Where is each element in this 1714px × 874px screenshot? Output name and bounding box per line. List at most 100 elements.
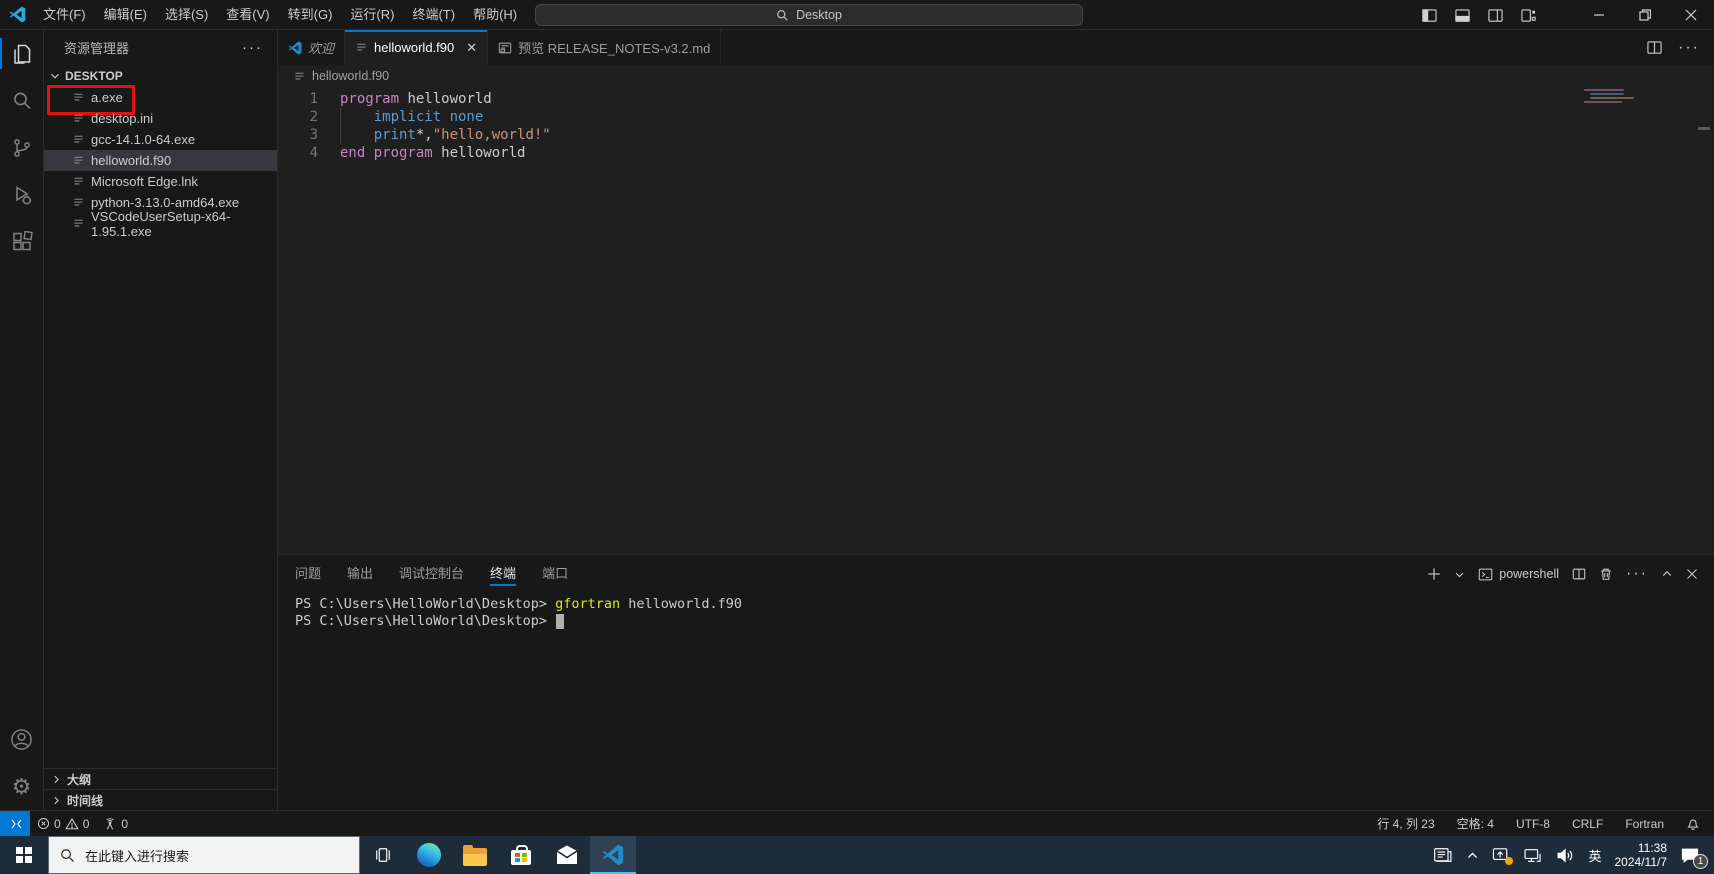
menu-item-0[interactable]: 文件(F) xyxy=(34,0,95,30)
close-tab-icon[interactable]: ✕ xyxy=(466,40,477,56)
bottom-panel: 问题 输出 调试控制台 终端 端口 powershell ··· PS C:\Users… xyxy=(278,554,1714,810)
menu-item-7[interactable]: 帮助(H) xyxy=(464,0,526,30)
file-row[interactable]: a.exe xyxy=(44,85,277,115)
split-terminal-icon[interactable] xyxy=(1572,567,1586,581)
explorer-icon[interactable] xyxy=(0,30,44,77)
extensions-icon[interactable] xyxy=(0,218,44,265)
file-row[interactable]: gcc-14.1.0-64.exe xyxy=(44,129,277,150)
folder-root-desktop[interactable]: DESKTOP xyxy=(44,65,277,87)
toggle-secondary-sidebar-icon[interactable] xyxy=(1488,8,1503,23)
terminal-line: PS C:\Users\HelloWorld\Desktop> xyxy=(295,613,1714,630)
kill-terminal-trash-icon[interactable] xyxy=(1599,567,1613,581)
remote-indicator[interactable] xyxy=(0,811,30,836)
maximize-panel-icon[interactable] xyxy=(1661,568,1673,580)
run-debug-icon[interactable] xyxy=(0,171,44,218)
minimize-button[interactable] xyxy=(1576,0,1622,30)
vscode-icon xyxy=(602,844,624,866)
account-icon[interactable] xyxy=(0,716,44,763)
widgets-news-icon[interactable] xyxy=(1433,846,1453,864)
edge-browser-button[interactable] xyxy=(406,836,452,874)
taskbar-search-box[interactable]: 在此键入进行搜索 xyxy=(48,836,360,874)
panel-tab-问题[interactable]: 问题 xyxy=(295,555,321,593)
customize-layout-icon[interactable] xyxy=(1521,8,1536,23)
panel-more-actions-icon[interactable]: ··· xyxy=(1626,565,1648,583)
vscode-taskbar-button[interactable] xyxy=(590,836,636,874)
vscode-window: 文件(F) 编辑(E) 选择(S) 查看(V) 转到(G) 运行(R) 终端(T) 帮助(H)… xyxy=(0,0,1714,874)
mail-button[interactable] xyxy=(544,836,590,874)
tab-helloworld.f90[interactable]: helloworld.f90 ✕ xyxy=(345,30,489,65)
settings-gear-icon[interactable]: ⚙ xyxy=(0,763,44,810)
cursor-position-status[interactable]: 行 4, 列 23 xyxy=(1377,815,1434,832)
menu-item-1[interactable]: 编辑(E) xyxy=(95,0,156,30)
indentation-status[interactable]: 空格: 4 xyxy=(1457,815,1494,832)
tab-label: 欢迎 xyxy=(308,41,335,56)
action-center-button[interactable]: 1 xyxy=(1680,846,1708,869)
sync-status-icon[interactable] xyxy=(1492,847,1514,865)
task-view-button[interactable] xyxy=(360,836,406,874)
microsoft-store-button[interactable] xyxy=(498,836,544,874)
tab-label: helloworld.f90 xyxy=(374,40,455,55)
problems-status[interactable]: 0 0 xyxy=(30,811,96,836)
explorer-more-actions-icon[interactable]: ··· xyxy=(242,39,263,56)
start-button[interactable] xyxy=(0,836,48,874)
file-list: a.exe desktop.ini gcc-14.1.0-64.exe hellowo… xyxy=(44,85,277,239)
network-icon[interactable] xyxy=(1523,847,1543,864)
file-icon xyxy=(74,156,83,164)
ports-status[interactable]: 0 xyxy=(96,811,135,836)
command-center-search[interactable]: Desktop xyxy=(535,4,1083,26)
minimap[interactable] xyxy=(1584,89,1634,105)
menu-item-4[interactable]: 转到(G) xyxy=(279,0,342,30)
vscode-file-icon xyxy=(288,41,302,54)
chevron-down-icon xyxy=(51,73,59,79)
code-editor[interactable]: 1 program helloworld 2 implicit none 3 prin… xyxy=(278,87,1714,554)
search-view-icon[interactable] xyxy=(0,77,44,124)
volume-icon[interactable] xyxy=(1556,847,1575,864)
file-row[interactable]: VSCodeUserSetup-x64-1.95.1.exe xyxy=(44,209,277,239)
editor-more-actions-icon[interactable]: ··· xyxy=(1678,39,1700,57)
restore-button[interactable] xyxy=(1622,0,1668,30)
split-editor-icon[interactable] xyxy=(1647,40,1662,55)
outline-label: 大纲 xyxy=(67,772,92,787)
toggle-sidebar-icon[interactable] xyxy=(1422,8,1437,23)
menu-item-5[interactable]: 运行(R) xyxy=(341,0,403,30)
panel-tab-端口[interactable]: 端口 xyxy=(542,555,568,593)
toggle-panel-icon[interactable] xyxy=(1455,8,1470,23)
breadcrumb[interactable]: helloworld.f90 xyxy=(278,65,1714,87)
source-control-icon[interactable] xyxy=(0,124,44,171)
panel-tab-调试控制台[interactable]: 调试控制台 xyxy=(399,555,464,593)
panel-tab-终端[interactable]: 终端 xyxy=(490,555,517,593)
encoding-status[interactable]: UTF-8 xyxy=(1516,817,1550,831)
line-number: 1 xyxy=(309,91,318,107)
terminal-output[interactable]: PS C:\Users\HelloWorld\Desktop> gfortran… xyxy=(278,593,1714,810)
tab-预览 RELEASE_NOTES-v3.2.md[interactable]: 预览 RELEASE_NOTES-v3.2.md xyxy=(488,30,722,65)
terminal-instance-powershell[interactable]: powershell xyxy=(1478,567,1559,582)
language-mode-status[interactable]: Fortran xyxy=(1625,817,1664,831)
new-terminal-icon[interactable] xyxy=(1427,567,1441,581)
file-icon xyxy=(74,93,83,101)
file-label: desktop.ini xyxy=(91,111,154,126)
close-panel-icon[interactable] xyxy=(1686,568,1698,580)
ime-indicator[interactable]: 英 xyxy=(1588,846,1601,865)
eol-status[interactable]: CRLF xyxy=(1572,817,1603,831)
menu-item-2[interactable]: 选择(S) xyxy=(156,0,217,30)
terminal-dropdown-icon[interactable] xyxy=(1454,569,1465,580)
notifications-bell-icon[interactable] xyxy=(1686,817,1700,831)
outline-section[interactable]: 大纲 xyxy=(44,768,277,789)
menu-item-6[interactable]: 终端(T) xyxy=(403,0,464,30)
file-explorer-button[interactable] xyxy=(452,836,498,874)
tab-欢迎[interactable]: 欢迎 xyxy=(278,30,346,65)
code-line-3: 3 print*,"hello,world!" xyxy=(278,126,1714,144)
timeline-section[interactable]: 时间线 xyxy=(44,789,277,810)
windows-logo-icon xyxy=(16,847,32,863)
file-row[interactable]: Microsoft Edge.lnk xyxy=(44,171,277,192)
file-icon xyxy=(74,177,83,185)
file-icon xyxy=(74,198,83,206)
panel-tab-输出[interactable]: 输出 xyxy=(347,555,373,593)
file-row[interactable]: desktop.ini xyxy=(44,108,277,129)
show-hidden-icons-chevron[interactable] xyxy=(1466,849,1479,862)
close-window-button[interactable] xyxy=(1668,0,1714,30)
clock[interactable]: 11:38 2024/11/7 xyxy=(1615,841,1668,869)
menu-item-3[interactable]: 查看(V) xyxy=(217,0,278,30)
activity-bar: ⚙ xyxy=(0,30,44,810)
file-row[interactable]: helloworld.f90 xyxy=(44,150,277,171)
